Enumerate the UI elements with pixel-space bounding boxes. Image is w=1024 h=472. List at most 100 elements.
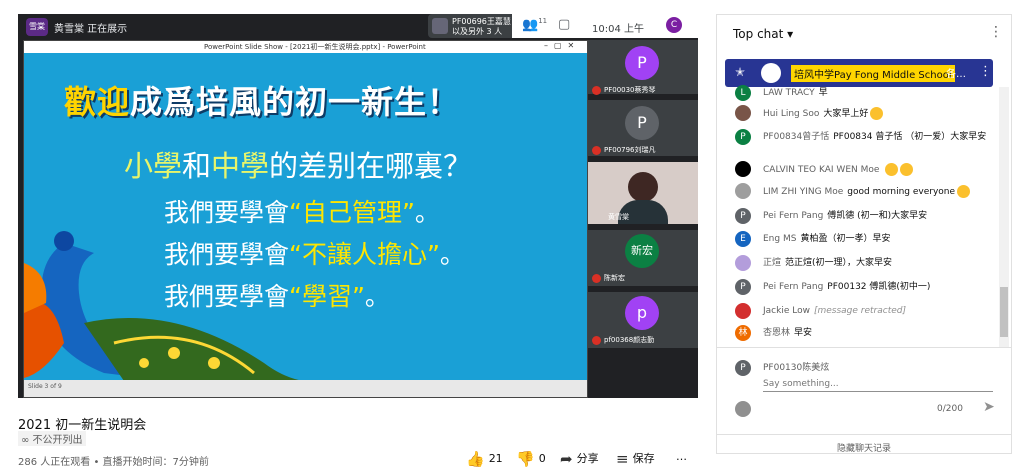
- author-avatar: P: [735, 279, 751, 295]
- more-actions-button[interactable]: …: [676, 450, 687, 463]
- slide-line-1: 我們要學會“自己管理”。: [164, 193, 440, 229]
- live-chat: Top chat ▾ ⋮ ✭ 培风中学Pay Fong Middle Schoo…: [716, 14, 1012, 454]
- participant-tile[interactable]: P PF00796刘瑞凡: [588, 100, 698, 156]
- participant-avatar: 新宏: [625, 234, 659, 268]
- link-icon: ∞: [21, 435, 33, 446]
- share-button[interactable]: ➦ 分享: [560, 450, 599, 468]
- pin-icon: ✭: [735, 65, 746, 79]
- share-label: 分享: [576, 452, 599, 465]
- powerpoint-window: PowerPoint Slide Show - [2021初一新生说明会.ppt…: [23, 40, 588, 398]
- send-icon[interactable]: ➤: [983, 399, 995, 415]
- thumbs-down-icon: 👎: [516, 450, 535, 468]
- presenting-label: 黄雪棠 正在展示: [54, 24, 128, 35]
- my-name: PF00130陈美炫: [763, 363, 830, 373]
- message-text: 大家早上好: [823, 109, 869, 119]
- pinned-message[interactable]: ✭ 培风中学Pay Fong Middle School 各… ⋮: [725, 59, 993, 87]
- line3-lead: 我們要學會: [164, 282, 290, 311]
- message-content: Eng MS 黄柏盈（初一孝）早安: [763, 233, 999, 245]
- participant-avatar: P: [625, 46, 659, 80]
- chat-icon[interactable]: ▢: [558, 17, 570, 32]
- author-avatar: [735, 105, 751, 121]
- author-name: Pei Fern Pang: [763, 282, 824, 292]
- participant-name: 黄雪棠: [608, 213, 629, 221]
- message-content: Jackie Low [message retracted]: [763, 305, 999, 317]
- scrollbar-thumb[interactable]: [1000, 287, 1008, 337]
- participant-tile[interactable]: 新宏 陈新宏: [588, 230, 698, 286]
- message-content: LAW TRACY 早: [763, 87, 999, 99]
- line3-end: 。: [364, 282, 390, 311]
- ppt-title: PowerPoint Slide Show - [2021初一新生说明会.ppt…: [204, 43, 426, 51]
- line3-key: “學習”: [289, 282, 365, 311]
- slide-line-2: 我們要學會“不讓人擔心”。: [164, 235, 465, 271]
- message-content: Pei Fern Pang 傅凯德 (初一和)大家早安: [763, 210, 999, 222]
- author-avatar: [735, 303, 751, 319]
- char-counter: 0/200: [937, 404, 963, 414]
- message-content: 正煊 范正煊(初一理），大家早安: [763, 257, 999, 269]
- emoji-icon[interactable]: [735, 401, 751, 417]
- chat-scrollbar[interactable]: [999, 87, 1009, 347]
- message-text: PF00132 傅凯德(初中一): [827, 282, 931, 292]
- q-rest: 的差别在哪裏？: [269, 149, 473, 183]
- line1-key: “自己管理”: [289, 198, 415, 227]
- message-text: PF00834 曾子恬 （初一爱）大家早安: [833, 132, 987, 142]
- message-text: [message retracted]: [813, 306, 906, 316]
- window-controls-icon[interactable]: –▢✕: [544, 41, 580, 50]
- author-name: 杏恩林: [763, 328, 791, 338]
- message-content: LIM ZHI YING Moe good morning everyone: [763, 185, 999, 198]
- save-button[interactable]: ≡ 保存: [616, 450, 655, 468]
- video-player[interactable]: 雪棠 黄雪棠 正在展示 PF00696王嘉慧 以及另外 3 人 👥11 ▢ 10…: [18, 14, 698, 398]
- meet-top-bar: 雪棠 黄雪棠 正在展示 PF00696王嘉慧 以及另外 3 人 👥11 ▢ 10…: [18, 14, 698, 40]
- author-name: LAW TRACY: [763, 88, 815, 98]
- author-name: 正煊: [763, 258, 782, 268]
- people-icon[interactable]: 👥11: [522, 17, 547, 32]
- user-avatar[interactable]: C: [666, 17, 682, 33]
- participant-video-face: [628, 172, 658, 202]
- smile-emoji-icon: [885, 163, 899, 176]
- participant-tile[interactable]: p pf00368颜志勤: [588, 292, 698, 348]
- chat-menu-icon[interactable]: ⋮: [989, 24, 1003, 40]
- slide-counter: Slide 3 of 9: [28, 383, 62, 390]
- author-name: Jackie Low: [763, 306, 810, 316]
- q-secondary: 中學: [211, 149, 270, 183]
- dislike-count: 0: [538, 452, 546, 465]
- hide-chat-button[interactable]: 隐藏聊天记录: [717, 434, 1011, 454]
- participant-name: pf00368颜志勤: [604, 336, 655, 344]
- participant-name: PF00796刘瑞凡: [604, 146, 656, 154]
- title-rest: 成爲培風的初一新生！: [130, 83, 461, 121]
- participant-name: 陈新宏: [604, 274, 625, 282]
- like-button[interactable]: 👍 21: [466, 450, 503, 468]
- message-content: 杏恩林 早安: [763, 327, 999, 339]
- participant-avatar: p: [625, 296, 659, 330]
- mic-off-icon: [592, 86, 601, 95]
- author-avatar: [735, 161, 751, 177]
- mic-off-icon: [592, 146, 601, 155]
- chat-message-input[interactable]: [763, 376, 993, 392]
- q-primary: 小學: [124, 149, 183, 183]
- author-name: Pei Fern Pang: [763, 211, 824, 221]
- participant-name: PF00030蔡秀琴: [604, 86, 656, 94]
- message-text: 范正煊(初一理），大家早安: [785, 258, 893, 268]
- chat-input-area: P PF00130陈美炫 0/200 ➤ 隐藏聊天记录: [717, 347, 1011, 454]
- author-name: Eng MS: [763, 234, 797, 244]
- dislike-button[interactable]: 👎 0: [516, 450, 546, 468]
- line1-end: 。: [414, 198, 440, 227]
- people-count: 11: [538, 17, 548, 25]
- save-label: 保存: [632, 452, 655, 465]
- pinned-menu-icon[interactable]: ⋮: [979, 64, 992, 79]
- title-welcome: 歡迎: [64, 83, 131, 121]
- author-name: LIM ZHI YING Moe: [763, 187, 844, 197]
- playlist-add-icon: ≡: [616, 450, 629, 468]
- line2-lead: 我們要學會: [164, 240, 290, 269]
- view-stats: 286 人正在观看 • 直播开始时间：7分钟前: [18, 457, 209, 468]
- message-text: 黄柏盈（初一孝）早安: [800, 234, 891, 244]
- pinned-text: 各…: [946, 69, 966, 80]
- more-icon: …: [676, 450, 687, 463]
- participant-tile[interactable]: P PF00030蔡秀琴: [588, 40, 698, 95]
- chat-header: Top chat ▾ ⋮: [717, 15, 1011, 55]
- participant-tile-video[interactable]: 黄雪棠: [588, 162, 698, 224]
- author-avatar: [735, 183, 751, 199]
- chat-mode-label: Top chat: [733, 27, 784, 41]
- chat-mode-dropdown[interactable]: Top chat ▾: [733, 27, 793, 41]
- author-avatar: L: [735, 85, 751, 101]
- line2-end: 。: [439, 240, 465, 269]
